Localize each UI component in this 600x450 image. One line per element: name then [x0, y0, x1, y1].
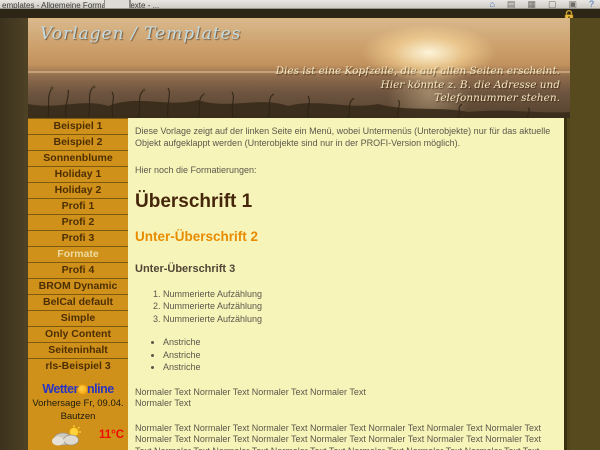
- wetteronline-logo[interactable]: Wetter nline: [28, 382, 128, 396]
- numbered-list-item: Nummerierte Aufzählung: [163, 289, 556, 301]
- formats-intro-line: Hier noch die Formatierungen:: [135, 165, 556, 177]
- brand-text: Wetter: [42, 382, 78, 396]
- help-icon[interactable]: ?: [589, 0, 594, 8]
- numbered-list-item: Nummerierte Aufzählung: [163, 301, 556, 313]
- brand-text: nline: [87, 382, 114, 396]
- sidebar-item-holiday-2[interactable]: Holiday 2: [28, 182, 128, 198]
- tab-divider: [130, 0, 131, 9]
- intro-paragraph: Diese Vorlage zeigt auf der linken Seite…: [135, 126, 556, 149]
- sidebar-item-belcal-default[interactable]: BelCal default: [28, 294, 128, 310]
- dune-grass-graphic: [28, 84, 570, 118]
- page-top-strip: [0, 9, 600, 18]
- sidebar-item-only-content[interactable]: Only Content: [28, 326, 128, 342]
- header-banner: Vorlagen / Templates Dies ist eine Kopfz…: [28, 18, 570, 118]
- bullet-list-item: Anstriche: [163, 362, 556, 374]
- normal-text-line: Normaler Text: [135, 398, 556, 410]
- bullet-list-item: Anstriche: [163, 350, 556, 362]
- page-left-margin: [0, 18, 28, 450]
- print-icon[interactable]: ▦: [527, 0, 536, 8]
- sidebar-item-profi-4[interactable]: Profi 4: [28, 262, 128, 278]
- bullet-list-item: Anstriche: [163, 337, 556, 349]
- forecast-label: Vorhersage Fr, 09.04.: [28, 398, 128, 409]
- main-content: Diese Vorlage zeigt auf der linken Seite…: [128, 118, 567, 450]
- feeds-icon[interactable]: ▤: [507, 0, 516, 8]
- heading-1: Überschrift 1: [135, 191, 556, 212]
- sidebar-item-profi-2[interactable]: Profi 2: [28, 214, 128, 230]
- page-icon[interactable]: ▢: [548, 0, 557, 8]
- site-title: Vorlagen / Templates: [40, 24, 241, 44]
- sidebar-item-brom-dynamic[interactable]: BROM Dynamic: [28, 278, 128, 294]
- sidebar-item-simple[interactable]: Simple: [28, 310, 128, 326]
- sidebar-menu: Beispiel 1 Beispiel 2 Sonnenblume Holida…: [28, 118, 128, 450]
- screen: emplates - Allgemeine Formate für Texte …: [0, 0, 600, 450]
- safety-icon[interactable]: ▣: [568, 0, 577, 8]
- numbered-list: Nummerierte Aufzählung Nummerierte Aufzä…: [149, 289, 556, 326]
- browser-tab-title[interactable]: emplates - Allgemeine Formate für Texte …: [2, 1, 159, 9]
- heading-2: Unter-Überschrift 2: [135, 229, 556, 244]
- weather-widget: Wetter nline Vorhersage Fr, 09.04. Bautze…: [28, 376, 128, 450]
- normal-text-paragraph: Normaler Text Normaler Text Normaler Tex…: [135, 387, 556, 410]
- browser-tab-bar: emplates - Allgemeine Formate für Texte …: [0, 0, 600, 9]
- normal-text-line: Normaler Text Normaler Text Normaler Tex…: [135, 387, 556, 399]
- sidebar-item-rls-beispiel-3[interactable]: rls-Beispiel 3: [28, 358, 128, 374]
- sidebar-item-holiday-1[interactable]: Holiday 1: [28, 166, 128, 182]
- bullet-list: Anstriche Anstriche Anstriche: [151, 337, 556, 374]
- sidebar-item-profi-1[interactable]: Profi 1: [28, 198, 128, 214]
- heading-3: Unter-Überschrift 3: [135, 263, 556, 276]
- temperature-value: 11°C: [99, 429, 124, 441]
- home-icon[interactable]: ⌂: [489, 0, 494, 8]
- tagline-line: Dies ist eine Kopfzeile, die auf allen S…: [276, 65, 560, 79]
- sidebar-item-seiteninhalt[interactable]: Seiteninhalt: [28, 342, 128, 358]
- numbered-list-item: Nummerierte Aufzählung: [163, 314, 556, 326]
- browser-tab-stub[interactable]: [104, 0, 130, 9]
- cloud-sun-icon: [50, 424, 84, 448]
- sidebar-item-beispiel-2[interactable]: Beispiel 2: [28, 134, 128, 150]
- normal-text-long-paragraph: Normaler Text Normaler Text Normaler Tex…: [135, 423, 556, 450]
- sidebar-item-beispiel-1[interactable]: Beispiel 1: [28, 118, 128, 134]
- page-right-margin: [570, 18, 600, 450]
- sidebar-item-formate[interactable]: Formate: [28, 246, 128, 262]
- forecast-city: Bautzen: [28, 411, 128, 422]
- sidebar-item-sonnenblume[interactable]: Sonnenblume: [28, 150, 128, 166]
- sun-icon: [78, 385, 87, 394]
- browser-toolbar: ⌂ ▤ ▦ ▢ ▣ ?: [489, 0, 594, 9]
- sidebar-item-profi-3[interactable]: Profi 3: [28, 230, 128, 246]
